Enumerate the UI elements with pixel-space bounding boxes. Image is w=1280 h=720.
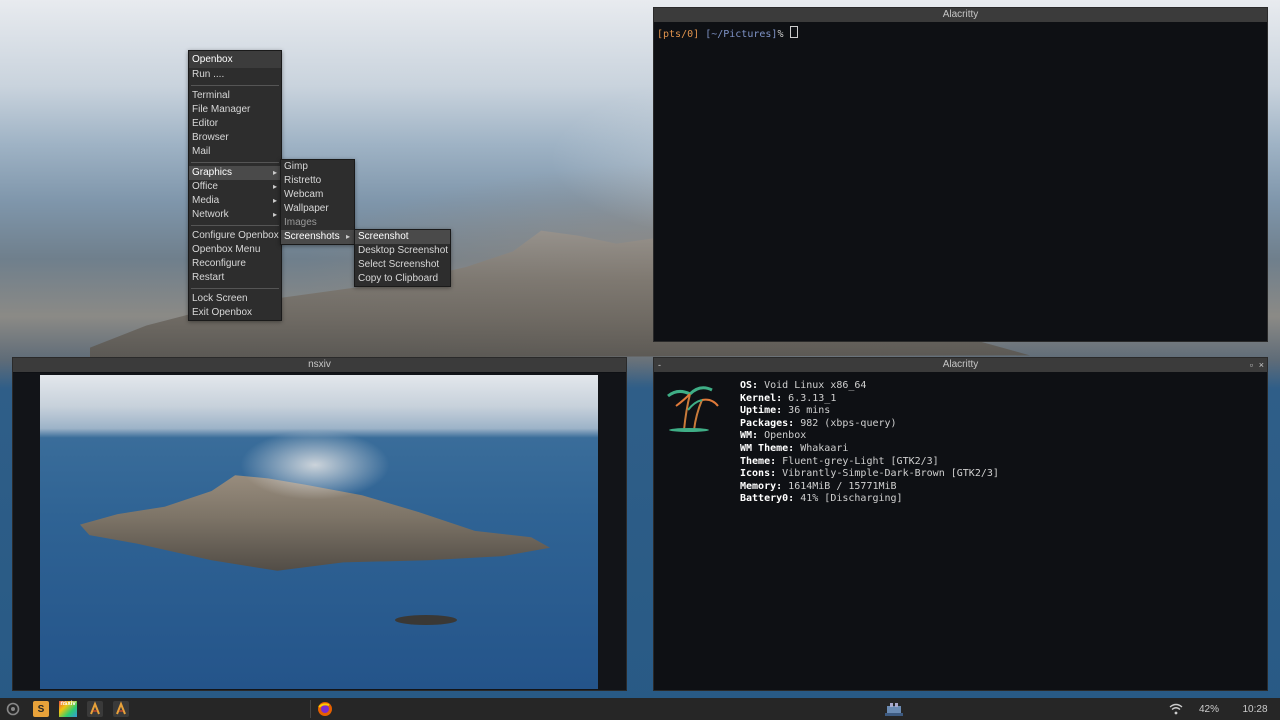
menu-item-images[interactable]: Images <box>281 216 354 230</box>
window-title: Alacritty <box>942 359 979 370</box>
fetch-line-packages: Packages: 982 (xbps-query) <box>740 417 897 429</box>
minimize-button[interactable]: - <box>658 358 661 372</box>
image-canvas[interactable] <box>13 373 626 690</box>
menu-separator <box>191 288 279 289</box>
menu-item-configure-openbox[interactable]: Configure Openbox <box>189 229 281 243</box>
menu-item-wallpaper[interactable]: Wallpaper <box>281 202 354 216</box>
menu-item-screenshots[interactable]: Screenshots <box>281 230 354 244</box>
prompt-tty: [pts/0] <box>657 29 700 40</box>
window-titlebar[interactable]: Alacritty <box>654 8 1267 22</box>
fetch-line-wm-theme: WM Theme: Whakaari <box>740 442 849 454</box>
menu-item-media[interactable]: Media <box>189 194 281 208</box>
prompt-symbol: % <box>777 29 784 40</box>
menu-item-reconfigure[interactable]: Reconfigure <box>189 257 281 271</box>
menu-item-screenshot[interactable]: Screenshot <box>355 230 450 244</box>
fetch-line-memory: Memory: 1614MiB / 15771MiB <box>740 480 897 492</box>
fetch-line-kernel: Kernel: 6.3.13_1 <box>740 392 837 404</box>
openbox-icon[interactable] <box>4 701 22 717</box>
terminal-window-top[interactable]: Alacritty [pts/0] [~/Pictures]% <box>653 7 1268 342</box>
firefox-icon[interactable] <box>316 701 334 717</box>
menu-item-gimp[interactable]: Gimp <box>281 160 354 174</box>
close-button[interactable]: × <box>1259 358 1264 372</box>
menu-title: Openbox <box>189 51 281 68</box>
nsxiv-icon[interactable]: nsxiv <box>58 701 78 717</box>
rock-shape <box>395 615 457 625</box>
palm-tree-icon <box>658 380 720 432</box>
clock[interactable]: 10:28 <box>1238 701 1272 717</box>
alacritty-icon[interactable] <box>112 701 130 717</box>
menu-separator <box>191 225 279 226</box>
window-titlebar[interactable]: - Alacritty ▫ × <box>654 358 1267 372</box>
battery-percent[interactable]: 42% <box>1196 701 1222 717</box>
menu-item-browser[interactable]: Browser <box>189 131 281 145</box>
menu-item-restart[interactable]: Restart <box>189 271 281 285</box>
fetch-line-icons: Icons: Vibrantly-Simple-Dark-Brown [GTK2… <box>740 468 999 480</box>
menu-item-mail[interactable]: Mail <box>189 145 281 159</box>
nsxiv-window[interactable]: nsxiv <box>12 357 627 691</box>
menu-item-select-screenshot[interactable]: Select Screenshot <box>355 258 450 272</box>
menu-item-network[interactable]: Network <box>189 208 281 222</box>
menu-separator <box>191 85 279 86</box>
menu-item-lock-screen[interactable]: Lock Screen <box>189 292 281 306</box>
fetch-line-battery: Battery0: 41% [Discharging] <box>740 493 903 505</box>
menu-item-desktop-screenshot[interactable]: Desktop Screenshot <box>355 244 450 258</box>
menu-item-exit-openbox[interactable]: Exit Openbox <box>189 306 281 320</box>
nsxiv-label: nsxiv <box>59 701 77 717</box>
sublime-icon[interactable]: S <box>32 701 50 717</box>
fetch-line-theme: Theme: Fluent-grey-Light [GTK2/3] <box>740 455 939 467</box>
taskbar: S nsxiv 42% 10:28 <box>0 698 1280 720</box>
smoke-shape <box>240 430 390 500</box>
fetch-line-uptime: Uptime: 36 mins <box>740 405 831 417</box>
menu-item-office[interactable]: Office <box>189 180 281 194</box>
menu-item-terminal[interactable]: Terminal <box>189 89 281 103</box>
openbox-root-menu: Openbox Run .... Terminal File Manager E… <box>188 50 282 321</box>
graphics-submenu: Gimp Ristretto Webcam Wallpaper Images S… <box>280 159 355 245</box>
menu-item-ristretto[interactable]: Ristretto <box>281 174 354 188</box>
fetch-line-os: OS: Void Linux x86_64 <box>740 380 867 391</box>
fetch-output: OS: Void Linux x86_64 Kernel: 6.3.13_1 U… <box>737 376 1002 510</box>
wifi-icon[interactable] <box>1168 701 1184 717</box>
fetch-line-wm: WM: Openbox <box>740 430 807 442</box>
terminal-window-bottom[interactable]: - Alacritty ▫ × OS: Void Linux x86_64 Ke… <box>653 357 1268 691</box>
terminal-content[interactable]: [pts/0] [~/Pictures]% <box>654 22 1267 46</box>
taskbar-separator <box>310 700 311 718</box>
window-titlebar[interactable]: nsxiv <box>13 358 626 372</box>
menu-item-webcam[interactable]: Webcam <box>281 188 354 202</box>
menu-item-graphics[interactable]: Graphics <box>189 166 281 180</box>
menu-item-file-manager[interactable]: File Manager <box>189 103 281 117</box>
prompt-path: [~/Pictures] <box>705 29 778 40</box>
menu-item-openbox-menu[interactable]: Openbox Menu <box>189 243 281 257</box>
alacritty-icon[interactable] <box>86 701 104 717</box>
screenshots-submenu: Screenshot Desktop Screenshot Select Scr… <box>354 229 451 287</box>
menu-separator <box>191 162 279 163</box>
maximize-button[interactable]: ▫ <box>1250 358 1253 372</box>
menu-item-copy-to-clipboard[interactable]: Copy to Clipboard <box>355 272 450 286</box>
menu-item-editor[interactable]: Editor <box>189 117 281 131</box>
menu-item-run[interactable]: Run .... <box>189 68 281 82</box>
ship-icon[interactable] <box>884 701 904 717</box>
displayed-image <box>40 375 598 689</box>
terminal-cursor <box>789 26 798 38</box>
